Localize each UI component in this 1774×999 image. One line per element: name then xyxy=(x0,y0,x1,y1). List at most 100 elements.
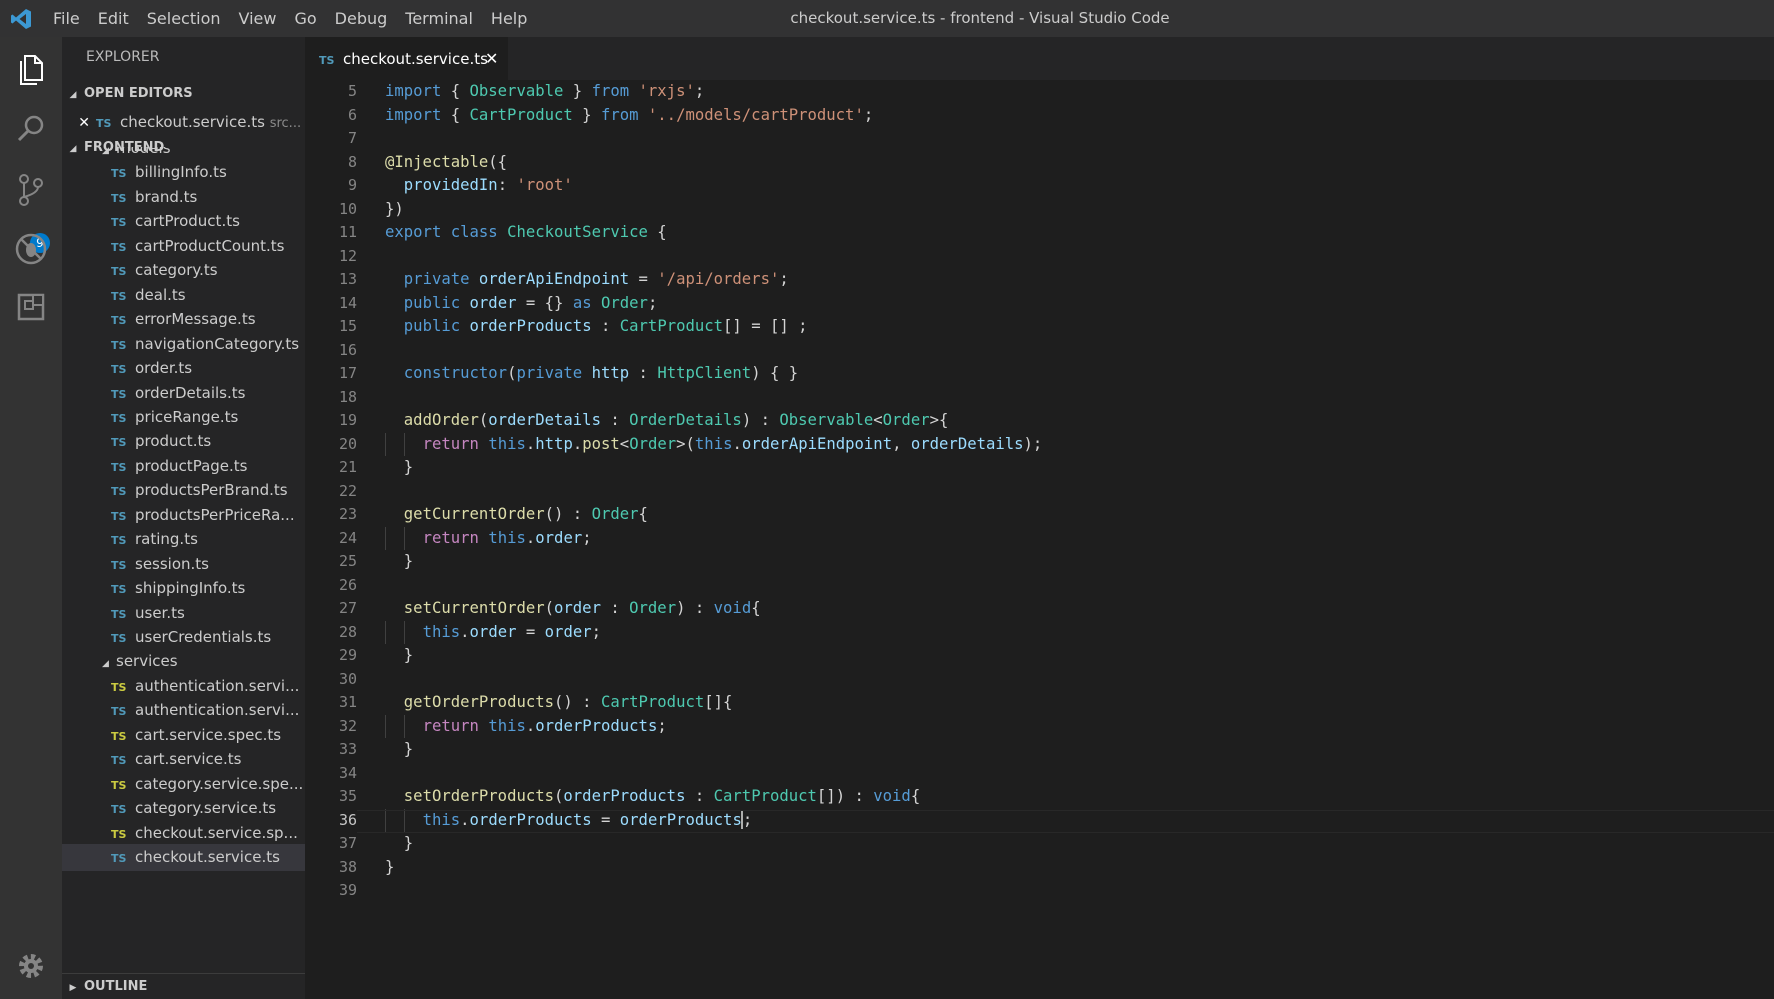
typescript-file-icon: TS xyxy=(111,583,127,597)
open-editors-header[interactable]: ◢ OPEN EDITORS xyxy=(62,81,305,107)
code-line[interactable]: getCurrentOrder() : Order{ xyxy=(404,503,648,527)
code-token: . xyxy=(525,528,536,547)
tree-file[interactable]: TS cart.service.spec.ts xyxy=(62,722,305,749)
code-line[interactable]: import { Observable } from 'rxjs'; xyxy=(385,80,704,104)
tree-item-label: session.ts xyxy=(135,554,209,573)
tree-file[interactable]: TS billingInfo.ts xyxy=(62,159,305,186)
tree-file[interactable]: TS cart.service.ts xyxy=(62,746,305,773)
tree-item-label: checkout.service.sp... xyxy=(135,823,298,842)
outline-header[interactable]: ▶ OUTLINE xyxy=(62,973,305,999)
explorer-files-icon[interactable] xyxy=(9,47,53,91)
tree-file[interactable]: TS navigationCategory.ts xyxy=(62,331,305,358)
code-line[interactable]: return this.orderProducts; xyxy=(423,715,667,739)
code-line[interactable]: } xyxy=(404,832,413,856)
tree-file[interactable]: TS productPage.ts xyxy=(62,453,305,480)
tree-item-label: models xyxy=(116,147,171,157)
code-line[interactable]: @Injectable({ xyxy=(385,151,507,175)
code-line[interactable]: setCurrentOrder(order : Order) : void{ xyxy=(404,597,761,621)
code-line[interactable]: } xyxy=(404,550,413,574)
source-control-icon[interactable] xyxy=(9,167,53,211)
line-number: 7 xyxy=(347,129,357,147)
code-line[interactable]: setOrderProducts(orderProducts : CartPro… xyxy=(404,785,920,809)
code-line[interactable]: return this.http.post<Order>(this.orderA… xyxy=(423,433,1043,457)
tree-file[interactable]: TS session.ts xyxy=(62,551,305,578)
tree-item-label: brand.ts xyxy=(135,187,198,206)
tree-file[interactable]: TS category.service.ts xyxy=(62,795,305,822)
tree-file[interactable]: TS user.ts xyxy=(62,600,305,627)
code-token: 'root' xyxy=(516,176,573,194)
tree-file[interactable]: TS checkout.service.sp... xyxy=(62,820,305,847)
open-editor-item[interactable]: ✕ TS checkout.service.ts src... xyxy=(62,109,305,135)
tree-file[interactable]: TS category.ts xyxy=(62,257,305,284)
debug-icon[interactable] xyxy=(9,227,53,271)
tree-file[interactable]: TS authentication.servi... xyxy=(62,673,305,700)
tab-label: checkout.service.ts xyxy=(343,50,488,68)
code-line[interactable]: export class CheckoutService { xyxy=(385,221,667,245)
tree-file[interactable]: TS orderDetails.ts xyxy=(62,380,305,407)
close-icon[interactable]: ✕ xyxy=(62,110,96,135)
code-line[interactable]: this.order = order; xyxy=(423,621,601,645)
tree-file[interactable]: TS order.ts xyxy=(62,355,305,382)
line-number: 38 xyxy=(338,857,357,876)
code-line[interactable]: } xyxy=(404,644,413,668)
code-line[interactable]: } xyxy=(404,456,413,480)
code-line[interactable]: return this.order; xyxy=(423,527,592,551)
tree-item-label: category.service.spe... xyxy=(135,774,304,793)
tree-file[interactable]: TS checkout.service.ts xyxy=(62,844,305,872)
tree-file[interactable]: TS deal.ts xyxy=(62,282,305,309)
tree-file[interactable]: TS cartProductCount.ts xyxy=(62,233,305,260)
code-line[interactable]: getOrderProducts() : CartProduct[]{ xyxy=(404,691,733,715)
tree-file[interactable]: TS category.service.spe... xyxy=(62,771,305,798)
tree-file[interactable]: TS product.ts xyxy=(62,428,305,455)
tree-file[interactable]: TS authentication.servi... xyxy=(62,697,305,724)
code-token: order xyxy=(544,622,592,641)
tree-file[interactable]: TS cartProduct.ts xyxy=(62,208,305,235)
code-line[interactable]: addOrder(orderDetails : OrderDetails) : … xyxy=(404,409,949,433)
close-icon[interactable]: ✕ xyxy=(485,37,498,80)
menu-help[interactable]: Help xyxy=(482,0,536,37)
menu-debug[interactable]: Debug xyxy=(326,0,397,37)
code-token: : xyxy=(685,787,714,805)
tree-file[interactable]: TS brand.ts xyxy=(62,184,305,211)
tree-file[interactable]: TS shippingInfo.ts xyxy=(62,575,305,602)
typescript-file-icon: TS xyxy=(111,167,127,181)
tree-file[interactable]: TS productsPerBrand.ts xyxy=(62,477,305,504)
code-line[interactable]: public order = {} as Order; xyxy=(404,292,658,316)
tree-file[interactable]: TS rating.ts xyxy=(62,526,305,553)
line-number: 36 xyxy=(338,810,357,829)
extensions-icon[interactable] xyxy=(9,285,53,329)
tree-item-label: category.ts xyxy=(135,261,218,280)
menu-terminal[interactable]: Terminal xyxy=(396,0,482,37)
gear-icon[interactable] xyxy=(9,944,53,988)
line-number: 35 xyxy=(338,787,357,805)
tree-folder[interactable]: ◢ services xyxy=(62,648,305,675)
code-line[interactable]: } xyxy=(385,856,394,880)
tab-checkout-service[interactable]: TS checkout.service.ts ✕ xyxy=(305,37,508,80)
tree-file[interactable]: TS userCredentials.ts xyxy=(62,624,305,651)
search-icon[interactable] xyxy=(9,107,53,151)
line-number-gutter: 5 6 7 8 9 10 11 12 13 14 15 16 17 18 19 20 21 22 23 24 25 26 2… xyxy=(305,80,357,960)
code-token: CartProduct xyxy=(600,693,705,711)
tree-file[interactable]: TS productsPerPriceRa... xyxy=(62,502,305,529)
menu-selection[interactable]: Selection xyxy=(138,0,230,37)
tree-item-label: services xyxy=(116,652,178,671)
code-token: this xyxy=(422,622,461,641)
menu-file[interactable]: File xyxy=(44,0,89,37)
menu-view[interactable]: View xyxy=(230,0,286,37)
code-line[interactable]: public orderProducts : CartProduct[] = [… xyxy=(404,315,808,339)
code-line[interactable]: } xyxy=(404,738,413,762)
menu-edit[interactable]: Edit xyxy=(89,0,138,37)
tree-file[interactable]: TS errorMessage.ts xyxy=(62,306,305,333)
code-token: this xyxy=(488,528,526,547)
code-line[interactable]: providedIn: 'root' xyxy=(404,174,573,198)
code-line[interactable]: }) xyxy=(385,198,404,222)
tree-file[interactable]: TS priceRange.ts xyxy=(62,404,305,431)
code-line[interactable]: private orderApiEndpoint = '/api/orders'… xyxy=(404,268,789,292)
code-line[interactable]: constructor(private http : HttpClient) {… xyxy=(404,362,798,386)
menu-go[interactable]: Go xyxy=(285,0,325,37)
code-line[interactable]: import { CartProduct } from '../models/c… xyxy=(385,104,873,128)
code-token: orderApiEndpoint xyxy=(741,434,893,453)
